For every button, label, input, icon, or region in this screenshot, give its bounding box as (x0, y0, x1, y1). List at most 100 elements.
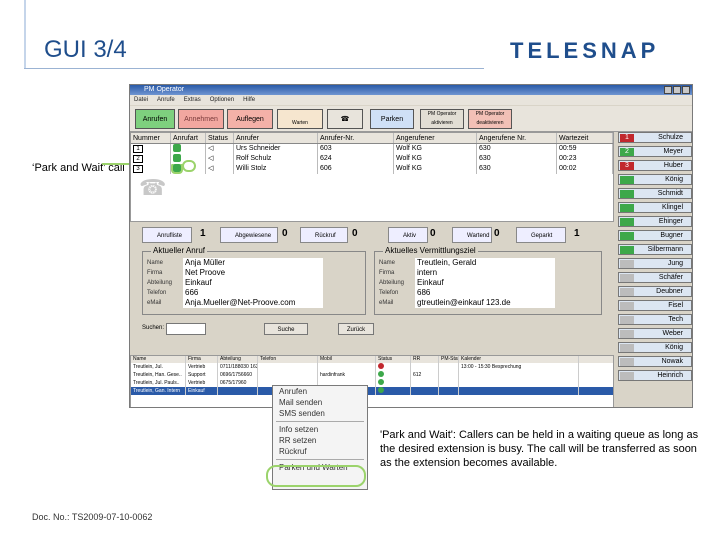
dir-pm-cell (439, 387, 459, 395)
column-header[interactable]: Nummer (131, 133, 171, 143)
column-header[interactable]: Firma (186, 356, 218, 363)
user-status-badge (620, 260, 634, 268)
hangup-button[interactable]: Auflegen (227, 109, 273, 129)
context-menu-item[interactable]: Anrufen (273, 386, 367, 397)
user-button[interactable]: Schmidt (618, 188, 692, 199)
table-row[interactable]: Treutlein, Han. Gese.. Support 0696/1756… (131, 371, 613, 379)
pm-deactivate-button[interactable]: PM Operator deaktivieren (468, 109, 512, 129)
directory-table: Name Firma Abteilung Telefon Mobil Statu… (130, 355, 614, 407)
column-header[interactable]: Name (131, 356, 186, 363)
answer-button[interactable]: Annehmen (178, 109, 224, 129)
callee-cell: Wolf KG (394, 144, 477, 154)
table-row[interactable]: 2 ◁ Rolf Schulz 624 Wolf KG 630 00:23 (131, 154, 613, 164)
user-button[interactable]: 2 Meyer (618, 146, 692, 157)
user-status-badge (620, 246, 634, 254)
user-button[interactable]: 3 Huber (618, 160, 692, 171)
current-name-field[interactable]: Anja Müller (183, 258, 323, 268)
queue-button[interactable]: Aktiv (388, 227, 428, 243)
menu-item[interactable]: Datei (134, 95, 148, 105)
field-label: Name (147, 260, 164, 266)
user-name: Nowak (661, 358, 683, 365)
search-button[interactable]: Suche (264, 323, 308, 335)
target-name-field[interactable]: Treutlein, Gerald (415, 258, 555, 268)
queue-button[interactable]: Wartend (452, 227, 492, 243)
user-button[interactable]: Ehinger (618, 216, 692, 227)
current-company-field[interactable]: Net Proove (183, 268, 323, 278)
target-dept-field[interactable]: Einkauf (415, 278, 555, 288)
menu-item[interactable]: Extras (184, 95, 201, 105)
maximize-button[interactable] (673, 86, 681, 94)
column-header[interactable]: PM-Status (439, 356, 459, 363)
current-email-field[interactable]: Anja.Mueller@Net-Proove.com (183, 298, 323, 308)
user-button[interactable]: Schäfer (618, 272, 692, 283)
table-row[interactable]: 1 ◁ Urs Schneider 603 Wolf KG 630 00:59 (131, 144, 613, 154)
column-header[interactable]: Telefon (258, 356, 318, 363)
pm-activate-button[interactable]: PM Operator aktivieren (420, 109, 464, 129)
menu-item[interactable]: Optionen (210, 95, 234, 105)
user-name: König (665, 176, 683, 183)
user-button[interactable]: Weber (618, 328, 692, 339)
table-row-selected[interactable]: Treutlein, Gan. Intern Einkauf (131, 387, 613, 395)
user-button[interactable]: 1 Schulze (618, 132, 692, 143)
user-button[interactable]: König (618, 342, 692, 353)
call-button[interactable]: Anrufen (135, 109, 175, 129)
toolbar: Anrufen Annehmen Auflegen Warten ☎ Parke… (130, 106, 692, 132)
current-phone-field[interactable]: 666 (183, 288, 323, 298)
column-header[interactable]: Abteilung (218, 356, 258, 363)
context-menu-item[interactable]: Mail senden (273, 397, 367, 408)
queue-count: 0 (430, 228, 436, 239)
table-row[interactable]: Treutlein, Jul. Vertrieb 0711/188030 163… (131, 363, 613, 371)
wait-cell: 00:02 (557, 164, 613, 174)
minimize-button[interactable] (664, 86, 672, 94)
context-menu-item[interactable]: RR setzen (273, 435, 367, 446)
column-header[interactable]: RR (411, 356, 439, 363)
user-button[interactable]: Jung (618, 258, 692, 269)
user-button[interactable]: Fisel (618, 300, 692, 311)
user-button[interactable]: Nowak (618, 356, 692, 367)
user-name: Tech (668, 316, 683, 323)
field-label: Telefon (379, 290, 399, 296)
context-menu-item[interactable]: SMS senden (273, 408, 367, 419)
queue-button[interactable]: Abgewiesene (220, 227, 278, 243)
park-button[interactable]: Parken (370, 109, 414, 129)
user-button[interactable]: Heinrich (618, 370, 692, 381)
column-header[interactable]: Mobil (318, 356, 376, 363)
column-header[interactable]: Status (206, 133, 234, 143)
search-input[interactable] (166, 323, 206, 335)
field-label: eMail (379, 300, 394, 306)
hold-button[interactable]: Warten (277, 109, 323, 129)
context-menu-item[interactable]: Rückruf (273, 446, 367, 457)
table-row[interactable]: 3 ◁ Willi Stolz 606 Wolf KG 630 00:02 (131, 164, 613, 174)
column-header[interactable]: Kalender (459, 356, 579, 363)
user-button[interactable]: Bugner (618, 230, 692, 241)
column-header[interactable]: Anrufer (234, 133, 318, 143)
menu-item[interactable]: Hilfe (243, 95, 255, 105)
phone-icon-button[interactable]: ☎ (327, 109, 363, 129)
dir-name-cell: Treutlein, Jul. (131, 363, 186, 371)
current-dept-field[interactable]: Einkauf (183, 278, 323, 288)
window-title: PM Operator (144, 86, 185, 93)
user-button[interactable]: Tech (618, 314, 692, 325)
column-header[interactable]: Angerufene Nr. (477, 133, 557, 143)
target-email-field[interactable]: gtreutlein@einkauf 123.de (415, 298, 555, 308)
user-button[interactable]: Deubner (618, 286, 692, 297)
queue-button[interactable]: Geparkt (516, 227, 566, 243)
close-button[interactable] (682, 86, 690, 94)
back-button[interactable]: Zurück (338, 323, 374, 335)
menu-item[interactable]: Anrufe (157, 95, 175, 105)
column-header[interactable]: Angerufener (394, 133, 477, 143)
user-button[interactable]: Klingel (618, 202, 692, 213)
user-button[interactable]: Silbermann (618, 244, 692, 255)
user-button[interactable]: König (618, 174, 692, 185)
table-row[interactable]: Treutlein, Jul. Pauls.. Vertrieb 0675/17… (131, 379, 613, 387)
column-header[interactable]: Wartezeit (557, 133, 613, 143)
column-header[interactable]: Anrufer-Nr. (318, 133, 394, 143)
column-header[interactable]: Status (376, 356, 411, 363)
queue-count: 0 (352, 228, 358, 239)
queue-button[interactable]: Anrufliste (142, 227, 192, 243)
column-header[interactable]: Anrufart (171, 133, 206, 143)
target-company-field[interactable]: intern (415, 268, 555, 278)
queue-button[interactable]: Rückruf (300, 227, 348, 243)
target-phone-field[interactable]: 686 (415, 288, 555, 298)
context-menu-item[interactable]: Info setzen (273, 424, 367, 435)
